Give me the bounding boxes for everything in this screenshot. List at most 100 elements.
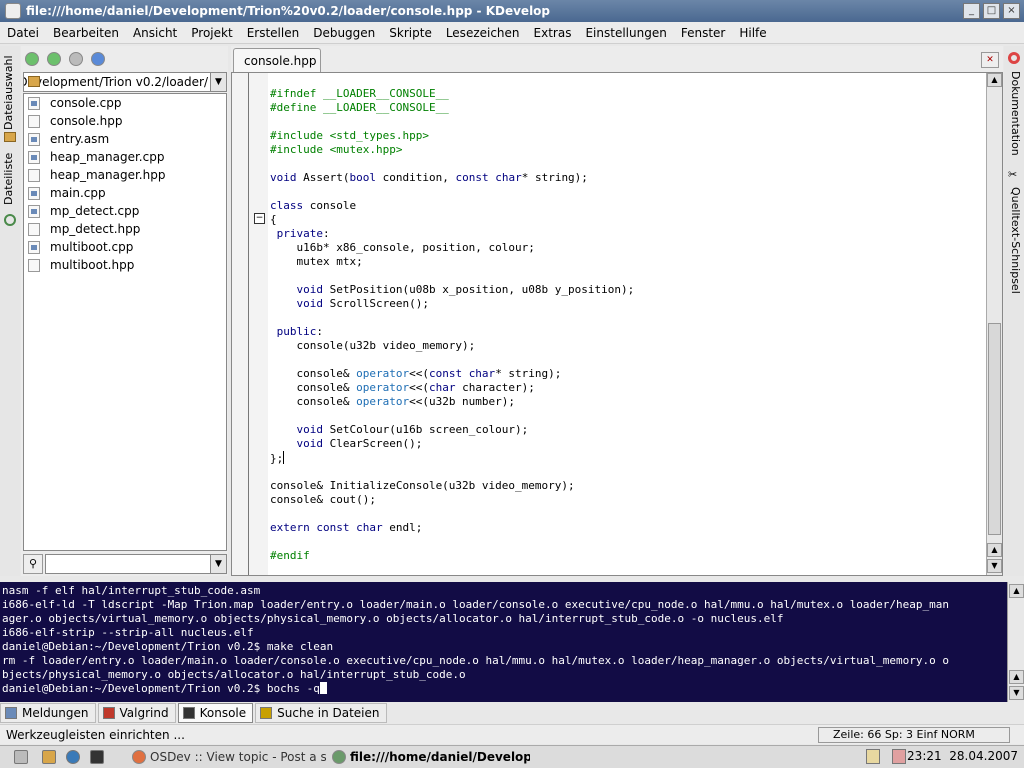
code-text[interactable]: #ifndef __LOADER__CONSOLE__ #define __LOA… — [270, 87, 634, 563]
up-icon[interactable] — [25, 52, 39, 66]
tab-meldungen[interactable]: Meldungen — [0, 703, 96, 723]
menu-erstellen[interactable]: Erstellen — [247, 26, 300, 40]
tab-valgrind[interactable]: Valgrind — [97, 703, 176, 723]
scroll-down-icon[interactable]: ▼ — [987, 559, 1002, 573]
menu-einstellungen[interactable]: Einstellungen — [585, 26, 666, 40]
scroll-up-icon[interactable]: ▲ — [987, 73, 1002, 87]
kdevelop-app-icon[interactable] — [5, 3, 21, 19]
code-editor[interactable]: − #ifndef __LOADER__CONSOLE__ #define __L… — [231, 72, 1003, 576]
code-line: void SetColour(u16b screen_colour); — [270, 423, 634, 437]
code-line: }; — [270, 451, 634, 465]
file-item[interactable]: entry.asm — [24, 130, 226, 148]
menu-ansicht[interactable]: Ansicht — [133, 26, 177, 40]
maximize-button[interactable]: □ — [983, 3, 1000, 19]
tab-console-hpp[interactable]: console.hpp — [233, 48, 321, 72]
network-icon[interactable] — [892, 749, 906, 764]
menu-datei[interactable]: Datei — [7, 26, 39, 40]
terminal-output[interactable]: nasm -f elf hal/interrupt_stub_code.asm i… — [0, 582, 1007, 702]
file-item[interactable]: console.cpp — [24, 94, 226, 112]
tab-dateiliste[interactable]: Dateiliste — [2, 146, 18, 212]
tab-dateiauswahl[interactable]: Dateiauswahl — [2, 50, 18, 136]
right-sidebar-tabs: Dokumentation ✂ Quelltext-Schnipsel — [1004, 46, 1024, 576]
file-item[interactable]: main.cpp — [24, 184, 226, 202]
file-item[interactable]: console.hpp — [24, 112, 226, 130]
file-item[interactable]: mp_detect.hpp — [24, 220, 226, 238]
file-item[interactable]: heap_manager.hpp — [24, 166, 226, 184]
clock[interactable]: 23:21 28.04.2007 — [907, 749, 1018, 763]
date: 28.04.2007 — [949, 749, 1018, 763]
scroll-up-icon[interactable]: ▲ — [1009, 584, 1024, 598]
menu-projekt[interactable]: Projekt — [191, 26, 232, 40]
chevron-down-icon[interactable]: ▼ — [210, 73, 226, 91]
home-icon[interactable] — [91, 52, 105, 66]
code-token: Assert( — [296, 171, 350, 184]
code-line: console& operator<<(char character); — [270, 381, 634, 395]
task-kdevelop[interactable]: file:///home/daniel/Develop — [330, 748, 530, 767]
code-line: void ClearScreen(); — [270, 437, 634, 451]
code-token: bool — [349, 171, 376, 184]
code-token: <<( — [409, 381, 429, 394]
menu-skripte[interactable]: Skripte — [389, 26, 432, 40]
header-file-icon — [28, 168, 40, 182]
desktop-icon[interactable] — [14, 750, 28, 764]
menu-bearbeiten[interactable]: Bearbeiten — [53, 26, 119, 40]
minimize-button[interactable]: _ — [963, 3, 980, 19]
code-token: void — [296, 283, 324, 296]
file-item[interactable]: mp_detect.cpp — [24, 202, 226, 220]
tab-quelltext-schnipsel[interactable]: Quelltext-Schnipsel — [1006, 184, 1022, 296]
scroll-down-icon[interactable]: ▼ — [1009, 686, 1024, 700]
tab-konsole[interactable]: Konsole — [177, 703, 254, 723]
editor-scrollbar[interactable]: ▲ ▲ ▼ — [986, 73, 1002, 575]
code-token: const char — [455, 171, 522, 184]
menu-extras[interactable]: Extras — [534, 26, 572, 40]
filter-bar: ⚲ ▼ — [23, 554, 227, 574]
fold-collapse-icon[interactable]: − — [254, 213, 265, 224]
forward-icon[interactable] — [69, 52, 83, 66]
file-name: multiboot.cpp — [50, 240, 134, 254]
file-name: multiboot.hpp — [50, 258, 135, 272]
scroll-thumb[interactable] — [988, 323, 1001, 535]
browser-icon[interactable] — [66, 750, 80, 764]
filter-icon[interactable]: ⚲ — [23, 554, 43, 574]
code-line: u16b* x86_console, position, colour; — [270, 241, 634, 255]
filter-combobox[interactable]: ▼ — [45, 554, 227, 574]
path-combobox[interactable]: /home/daniel/Development/Trion v0.2/load… — [23, 72, 227, 92]
path-text: /home/daniel/Development/Trion v0.2/load… — [24, 75, 208, 89]
terminal-line: ager.o objects/virtual_memory.o objects/… — [2, 612, 784, 625]
terminal-line: i686-elf-ld -T ldscript -Map Trion.map l… — [2, 598, 950, 611]
clipboard-icon[interactable] — [866, 749, 880, 764]
tab-dokumentation[interactable]: Dokumentation — [1006, 68, 1022, 158]
menu-debuggen[interactable]: Debuggen — [313, 26, 375, 40]
terminal-scrollbar[interactable]: ▲ ▲ ▼ — [1007, 582, 1024, 702]
terminal-icon[interactable] — [90, 750, 104, 764]
code-token: console(u32b video_memory); — [270, 339, 476, 352]
folder-icon — [4, 132, 16, 142]
code-token: console& — [270, 381, 357, 394]
scroll-up-icon[interactable]: ▲ — [987, 543, 1002, 557]
chevron-down-icon[interactable]: ▼ — [210, 555, 226, 573]
files-icon[interactable] — [42, 750, 56, 764]
file-item[interactable]: multiboot.cpp — [24, 238, 226, 256]
code-token: console& — [270, 395, 357, 408]
file-item[interactable]: multiboot.hpp — [24, 256, 226, 274]
close-button[interactable]: × — [1003, 3, 1020, 19]
code-token: console& InitializeConsole(u32b video_me… — [270, 479, 575, 492]
file-item[interactable]: heap_manager.cpp — [24, 148, 226, 166]
close-tab-icon[interactable]: ✕ — [981, 52, 999, 68]
menu-hilfe[interactable]: Hilfe — [739, 26, 766, 40]
code-token: operator — [356, 367, 410, 380]
kdevelop-icon — [332, 750, 346, 764]
window-titlebar[interactable]: file:///home/daniel/Development/Trion%20… — [0, 0, 1024, 22]
back-icon[interactable] — [47, 52, 61, 66]
menu-fenster[interactable]: Fenster — [681, 26, 726, 40]
tab-suche-in-dateien[interactable]: Suche in Dateien — [255, 703, 387, 723]
scroll-up-icon[interactable]: ▲ — [1009, 670, 1024, 684]
task-osdev[interactable]: OSDev :: View topic - Post a si — [130, 748, 326, 767]
cpp-file-icon — [28, 240, 40, 254]
menu-lesezeichen[interactable]: Lesezeichen — [446, 26, 520, 40]
code-line: #include <std_types.hpp> — [270, 129, 634, 143]
